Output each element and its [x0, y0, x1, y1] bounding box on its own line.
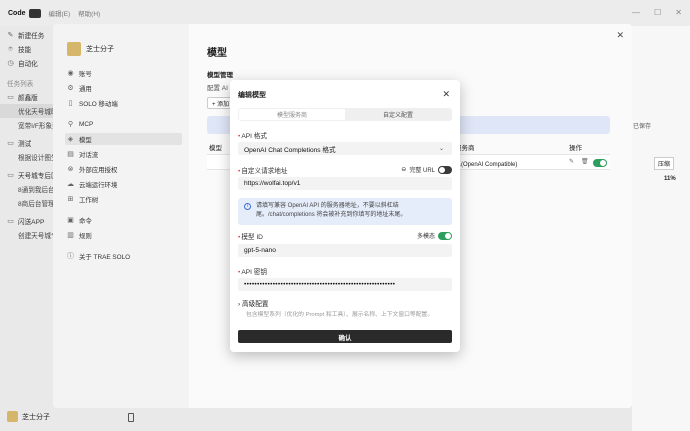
config-tabs: 模型服务商 自定义配置 — [238, 108, 452, 121]
link-icon: ⊖ — [401, 167, 407, 173]
folder-icon: ▭ — [7, 139, 14, 147]
advanced-toggle[interactable]: › 高级配置 — [238, 298, 268, 308]
api-format-select[interactable]: OpenAI Chat Completions 格式 ⌄ — [238, 142, 452, 155]
cloud-icon: ☁ — [67, 180, 74, 188]
chat-icon: ▤ — [67, 150, 74, 158]
section-title: 模型管理 — [207, 72, 233, 79]
model-enabled-toggle[interactable] — [593, 159, 607, 167]
settings-nav-command[interactable]: ▣ 命令 — [65, 214, 182, 226]
percent-label: 11% — [664, 176, 676, 182]
settings-nav-cloud[interactable]: ☁ 云端运行环境 — [65, 178, 182, 190]
settings-nav-mobile[interactable]: ▯ SOLO 移动端 — [65, 97, 182, 109]
rules-icon: ▥ — [67, 231, 74, 239]
settings-nav-account[interactable]: ◉ 账号 — [65, 67, 182, 79]
advanced-desc: 包含模型系列（优化的 Prompt 和工具）、展示名称、上下文窗口等配置。 — [246, 312, 434, 318]
settings-nav-dialog[interactable]: ▤ 对话流 — [65, 148, 182, 160]
settings-sidebar: 芝士分子 ◉ 账号 ⚙ 通用 ▯ SOLO 移动端 ⚲ MCP ◈ 模型 ▤ 对话流 ⊗ 外部… — [53, 24, 189, 408]
minimize-icon[interactable]: — — [632, 8, 640, 17]
bulb-icon: ⌾ — [8, 45, 13, 53]
right-background — [632, 26, 690, 431]
window-controls: — ☐ ✕ — [632, 8, 682, 17]
edit-row-icon[interactable]: ✎ — [569, 158, 574, 165]
page-title: 模型 — [207, 48, 227, 59]
user-profile[interactable]: 芝士分子 — [7, 411, 50, 422]
settings-nav-about[interactable]: ⓘ 关于 TRAE SOLO — [65, 250, 182, 262]
tab-custom[interactable]: 自定义配置 — [345, 109, 451, 120]
full-url-control: ⊖ 完整 URL — [401, 165, 452, 174]
settings-nav-auth[interactable]: ⊗ 外部应用授权 — [65, 163, 182, 175]
settings-nav-worktree[interactable]: ⊞ 工作树 — [65, 193, 182, 205]
model-id-field[interactable] — [244, 247, 452, 254]
edit-model-dialog: 编辑模型 ✕ 模型服务商 自定义配置 •API 格式 OpenAI Chat C… — [230, 80, 460, 352]
dialog-title: 编辑模型 — [238, 92, 266, 99]
cube-icon: ◈ — [67, 135, 74, 143]
link-icon: ⊗ — [67, 165, 74, 173]
api-key-label: •API 密钥 — [238, 269, 267, 276]
api-key-input[interactable]: ••••••••••••••••••••••••••••••••••••••••… — [238, 278, 452, 291]
folder-icon: ▭ — [7, 171, 14, 179]
settings-nav-model[interactable]: ◈ 模型 — [65, 133, 182, 145]
chevron-right-icon: › — [238, 301, 241, 308]
phone-icon[interactable] — [128, 413, 134, 422]
layout-icon[interactable] — [28, 8, 41, 18]
model-id-input[interactable] — [238, 244, 452, 257]
folder-icon: ▭ — [7, 93, 14, 101]
edit-icon: ✎ — [7, 31, 14, 39]
url-notice: i 请填写兼容 OpenAI API 的服务器地址，不要以斜杠结尾。/chat/c… — [238, 198, 452, 225]
menu-edit[interactable]: 编辑(E) — [49, 8, 71, 18]
menu-help[interactable]: 帮助(H) — [78, 8, 100, 18]
settings-nav-general[interactable]: ⚙ 通用 — [65, 82, 182, 94]
url-label: •自定义请求地址 — [238, 168, 288, 175]
settings-user: 芝士分子 — [67, 42, 114, 56]
terminal-icon: ▣ — [67, 216, 74, 224]
saved-label: 已保存 — [633, 124, 652, 130]
model-id-label: •模型 ID — [238, 234, 263, 241]
close-icon[interactable]: ✕ — [442, 89, 450, 100]
close-window-icon[interactable]: ✕ — [675, 8, 682, 17]
plug-icon: ⚲ — [67, 120, 74, 128]
multimodal-toggle[interactable] — [438, 231, 452, 240]
delete-icon[interactable]: 🗑 — [581, 158, 589, 165]
chevron-down-icon: ⌄ — [438, 146, 444, 152]
settings-nav-rules[interactable]: ▥ 规则 — [65, 229, 182, 241]
api-format-label: •API 格式 — [238, 133, 267, 140]
tab-provider[interactable]: 模型服务商 — [239, 109, 345, 120]
title-bar: Code 编辑(E) 帮助(H) — [0, 0, 690, 26]
multimodal-control: 多模态 — [417, 231, 452, 240]
gear-icon: ⚙ — [67, 84, 74, 92]
mobile-icon: ▯ — [68, 99, 73, 107]
settings-nav-mcp[interactable]: ⚲ MCP — [65, 118, 182, 130]
compress-button[interactable]: 压缩 — [654, 157, 675, 170]
maximize-icon[interactable]: ☐ — [654, 8, 661, 17]
info-icon: ⓘ — [67, 252, 74, 260]
clock-icon: ◷ — [7, 59, 14, 67]
confirm-button[interactable]: 确认 — [238, 330, 452, 343]
avatar — [67, 42, 81, 56]
url-input-field[interactable] — [244, 180, 452, 187]
full-url-toggle[interactable] — [438, 165, 452, 174]
info-icon: i — [244, 203, 251, 210]
tree-icon: ⊞ — [67, 195, 74, 203]
folder-icon: ▭ — [7, 217, 14, 225]
app-logo: Code — [8, 8, 41, 18]
avatar — [7, 411, 18, 422]
url-input[interactable] — [238, 177, 452, 190]
close-settings-icon[interactable]: ✕ — [616, 30, 624, 41]
user-icon: ◉ — [67, 69, 74, 77]
app-name: Code — [8, 9, 26, 17]
section-desc: 配置 AI — [207, 85, 228, 92]
